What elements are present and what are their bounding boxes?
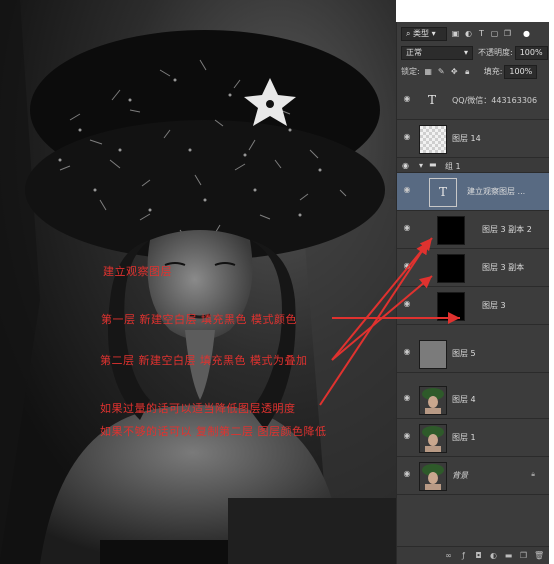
annotation-arrows — [319, 237, 460, 406]
arrow-group — [319, 237, 460, 406]
